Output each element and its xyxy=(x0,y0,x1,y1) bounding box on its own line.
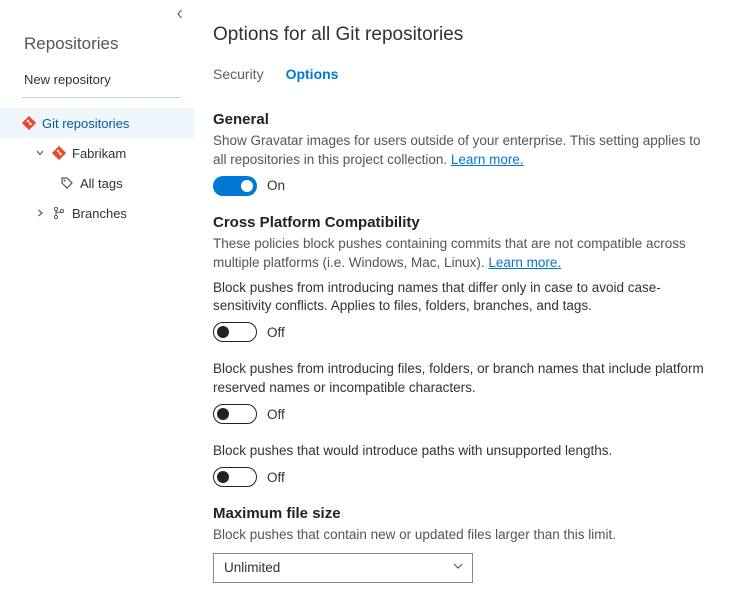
section-description: Show Gravatar images for users outside o… xyxy=(213,132,714,170)
chevron-down-icon xyxy=(452,560,464,575)
git-icon xyxy=(52,146,66,160)
sidebar-title: Repositories xyxy=(0,8,195,62)
desc-text: These policies block pushes containing c… xyxy=(213,236,686,270)
toggle-state-label: On xyxy=(267,178,285,193)
tree-item-label: Branches xyxy=(72,206,127,221)
policy-description: Block pushes that would introduce paths … xyxy=(213,442,714,461)
toggle-state-label: Off xyxy=(267,407,285,422)
tree-item-git-repositories[interactable]: Git repositories xyxy=(0,108,195,138)
page-title: Options for all Git repositories xyxy=(213,24,714,46)
reserved-names-toggle[interactable] xyxy=(213,404,257,424)
branch-icon xyxy=(52,206,66,220)
new-repository-link[interactable]: New repository xyxy=(0,62,195,97)
section-heading: Cross Platform Compatibility xyxy=(213,214,714,231)
tree-item-all-tags[interactable]: All tags xyxy=(0,168,195,198)
section-description: These policies block pushes containing c… xyxy=(213,235,714,273)
section-max-file-size: Maximum file size Block pushes that cont… xyxy=(213,505,714,583)
section-cross-platform: Cross Platform Compatibility These polic… xyxy=(213,214,714,487)
tab-security[interactable]: Security xyxy=(213,66,264,88)
dropdown-value: Unlimited xyxy=(224,560,280,575)
path-length-toggle[interactable] xyxy=(213,467,257,487)
tab-options[interactable]: Options xyxy=(286,66,339,88)
max-file-size-dropdown[interactable]: Unlimited xyxy=(213,553,473,583)
section-general: General Show Gravatar images for users o… xyxy=(213,111,714,196)
tree-item-branches[interactable]: Branches xyxy=(0,198,195,228)
policy-description: Block pushes from introducing files, fol… xyxy=(213,360,714,398)
tab-bar: Security Options xyxy=(213,66,714,89)
gravatar-toggle[interactable] xyxy=(213,176,257,196)
learn-more-link[interactable]: Learn more. xyxy=(488,255,561,270)
chevron-right-icon[interactable] xyxy=(34,209,46,217)
toggle-state-label: Off xyxy=(267,325,285,340)
divider xyxy=(22,97,181,98)
tree-item-label: Git repositories xyxy=(42,116,129,131)
learn-more-link[interactable]: Learn more. xyxy=(451,152,524,167)
tag-icon xyxy=(60,176,74,190)
main-content: Options for all Git repositories Securit… xyxy=(195,0,732,615)
collapse-sidebar-icon[interactable] xyxy=(175,6,185,22)
tree-item-label: All tags xyxy=(80,176,123,191)
section-heading: Maximum file size xyxy=(213,505,714,522)
toggle-state-label: Off xyxy=(267,470,285,485)
section-heading: General xyxy=(213,111,714,128)
chevron-down-icon[interactable] xyxy=(34,149,46,157)
section-description: Block pushes that contain new or updated… xyxy=(213,526,714,545)
repo-tree: Git repositories Fabrikam All tags Br xyxy=(0,108,195,228)
policy-description: Block pushes from introducing names that… xyxy=(213,279,714,317)
case-sensitivity-toggle[interactable] xyxy=(213,322,257,342)
tree-item-label: Fabrikam xyxy=(72,146,126,161)
sidebar: Repositories New repository Git reposito… xyxy=(0,0,195,615)
git-icon xyxy=(22,116,36,130)
tree-item-fabrikam[interactable]: Fabrikam xyxy=(0,138,195,168)
